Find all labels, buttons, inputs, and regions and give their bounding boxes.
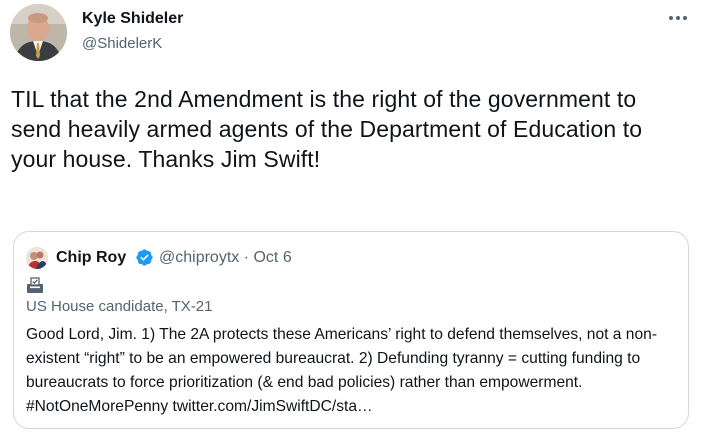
ballot-box-icon: [27, 277, 43, 293]
quoted-tweet-text: Good Lord, Jim. 1) The 2A protects these…: [26, 326, 658, 415]
author-avatar[interactable]: [10, 4, 67, 61]
more-dot: [683, 16, 687, 20]
quoted-author-name[interactable]: Chip Roy: [56, 249, 126, 267]
quoted-account-label: US House candidate, TX-21: [26, 298, 213, 315]
tweet: Kyle Shideler @ShidelerK TIL that the 2n…: [0, 0, 713, 437]
quoted-handle-date[interactable]: @chiproytx · Oct 6: [159, 249, 292, 267]
quoted-tweet[interactable]: Chip Roy @chiproytx · Oct 6 US House can…: [13, 231, 689, 429]
tweet-text: TIL that the 2nd Amendment is the right …: [11, 86, 643, 172]
verified-badge-icon: [136, 249, 153, 266]
more-dot: [676, 16, 680, 20]
author-name[interactable]: Kyle Shideler: [82, 10, 183, 28]
more-icon[interactable]: [666, 8, 690, 28]
author-handle[interactable]: @ShidelerK: [82, 35, 162, 52]
quoted-author-avatar[interactable]: [26, 247, 48, 269]
more-dot: [669, 16, 673, 20]
